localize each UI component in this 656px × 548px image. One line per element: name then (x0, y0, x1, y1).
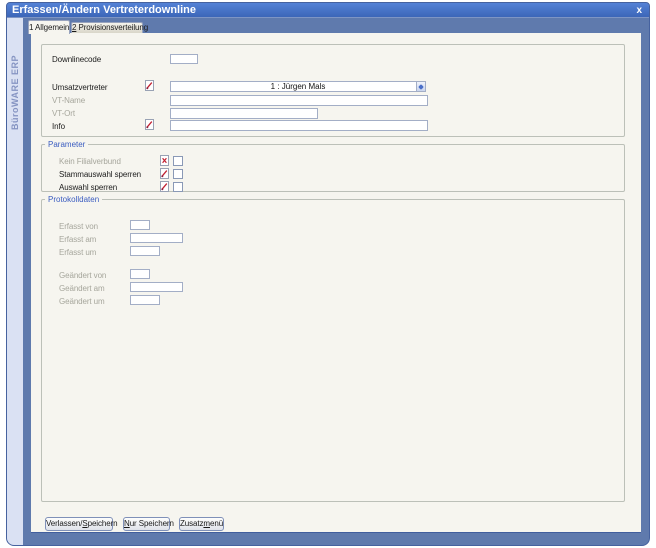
group-protokolldaten: Protokolldaten Erfasst von Erfasst am Er… (41, 199, 625, 502)
stammauswahl-sperren-label: Stammauswahl sperren (59, 170, 141, 179)
kein-filialverbund-checkbox[interactable] (173, 156, 183, 166)
verlassen-speichern-button[interactable]: Verlassen/Speichern (45, 517, 113, 531)
erfasst-am-input (130, 233, 183, 243)
group-parameter-title: Parameter (45, 140, 88, 149)
vt-ort-label: VT-Ort (52, 109, 75, 118)
vt-name-label: VT-Name (52, 96, 85, 105)
geaendert-um-label: Geändert um (59, 297, 105, 306)
vt-ort-input (170, 108, 318, 119)
tab-allgemein[interactable]: 1 Allgemein (28, 20, 70, 34)
dialog-window: Erfassen/Ändern Vertreterdownline x Büro… (6, 2, 650, 546)
group-general: Downlinecode Umsatzvertreter 1 : Jürgen … (41, 44, 625, 137)
dialog-title: Erfassen/Ändern Vertreterdownline (12, 3, 196, 18)
erfasst-von-input (130, 220, 150, 230)
stammauswahl-sperren-checkbox[interactable] (173, 169, 183, 179)
erfasst-um-label: Erfasst um (59, 248, 96, 257)
titlebar: Erfassen/Ändern Vertreterdownline x (7, 3, 649, 18)
kein-filialverbund-label: Kein Filialverbund (59, 157, 121, 166)
geaendert-von-label: Geändert von (59, 271, 106, 280)
downlinecode-label: Downlinecode (52, 55, 101, 64)
tab-provisionsverteilung[interactable]: 2 Provisionsverteilung (71, 22, 143, 33)
combo-value: 1 : Jürgen Mals (271, 82, 326, 91)
vt-name-input (170, 95, 428, 106)
edit-icon[interactable] (160, 181, 169, 192)
auswahl-sperren-label: Auswahl sperren (59, 183, 117, 192)
group-parameter: Parameter Kein Filialverbund Stammauswah… (41, 144, 625, 192)
geaendert-am-label: Geändert am (59, 284, 105, 293)
auswahl-sperren-checkbox[interactable] (173, 182, 183, 192)
geaendert-von-input (130, 269, 150, 279)
brand-strip: BüroWARE ERP (7, 18, 23, 546)
geaendert-um-input (130, 295, 160, 305)
zusatzmenu-button[interactable]: Zusatzmenü (179, 517, 224, 531)
geaendert-am-input (130, 282, 183, 292)
brand-label: BüroWARE ERP (7, 32, 23, 152)
group-protokolldaten-title: Protokolldaten (45, 195, 102, 204)
edit-icon[interactable] (145, 80, 154, 91)
combo-dropdown-icon[interactable] (416, 82, 425, 91)
nur-speichern-button[interactable]: Nur Speichern (123, 517, 170, 531)
downlinecode-input[interactable] (170, 54, 198, 64)
umsatzvertreter-label: Umsatzvertreter (52, 83, 107, 92)
umsatzvertreter-combo[interactable]: 1 : Jürgen Mals (170, 81, 426, 92)
info-label: Info (52, 122, 65, 131)
close-icon[interactable]: x (636, 3, 642, 18)
blocked-icon (160, 155, 169, 166)
erfasst-am-label: Erfasst am (59, 235, 96, 244)
tab-content-panel: Downlinecode Umsatzvertreter 1 : Jürgen … (31, 33, 641, 533)
edit-icon[interactable] (160, 168, 169, 179)
erfasst-von-label: Erfasst von (59, 222, 98, 231)
erfasst-um-input (130, 246, 160, 256)
edit-icon[interactable] (145, 119, 154, 130)
info-input[interactable] (170, 120, 428, 131)
